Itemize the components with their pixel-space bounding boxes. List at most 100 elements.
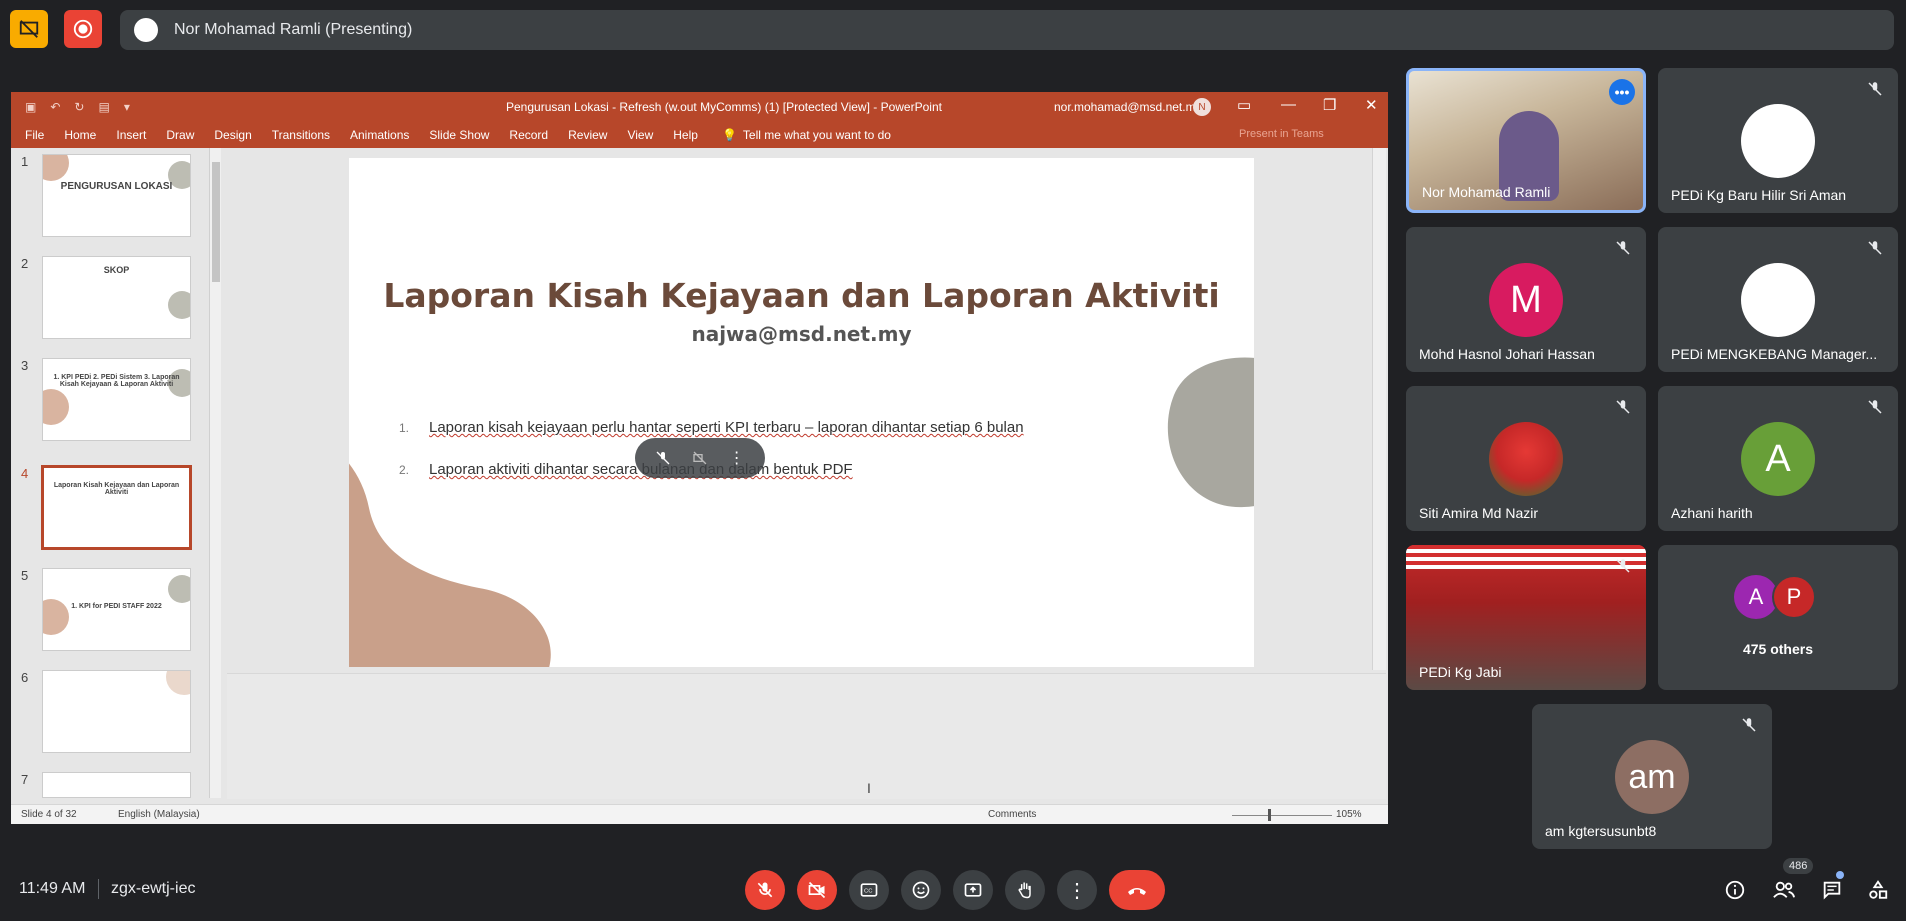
tab-slide-show[interactable]: Slide Show (429, 128, 489, 142)
present-icon (964, 883, 982, 897)
chat-button[interactable] (1818, 876, 1846, 904)
decorative-blob-right (1167, 357, 1254, 508)
mic-off-icon (1868, 82, 1882, 96)
tab-draw[interactable]: Draw (166, 128, 194, 142)
status-bar: Slide 4 of 32 English (Malaysia) Comment… (11, 804, 1388, 824)
participant-tile[interactable]: PEDi Kg Baru Hilir Sri Aman (1658, 68, 1898, 213)
zoom-level[interactable]: 105% (1336, 809, 1362, 820)
others-tile[interactable]: A P 475 others (1658, 545, 1898, 690)
svg-text:CC: CC (864, 889, 872, 895)
thumbnail-scrollbar[interactable] (209, 148, 221, 798)
notes-area[interactable]: I (227, 673, 1386, 799)
tab-file[interactable]: File (25, 128, 44, 142)
maximize-icon[interactable]: ❐ (1323, 96, 1336, 114)
thumbnail-item[interactable]: 4 Laporan Kisah Kejayaan dan Laporan Akt… (11, 465, 201, 552)
raise-hand-button[interactable] (1005, 870, 1045, 910)
participant-tile[interactable]: PEDi MENGKEBANG Manager... (1658, 227, 1898, 372)
language-status[interactable]: English (Malaysia) (118, 809, 200, 820)
tab-home[interactable]: Home (64, 128, 96, 142)
thumbnail-slide[interactable]: SKOP (42, 256, 191, 339)
thumbnail-slide[interactable] (42, 772, 191, 798)
close-icon[interactable]: ✕ (1365, 96, 1378, 114)
reactions-button[interactable] (901, 870, 941, 910)
tell-me-search[interactable]: 💡 Tell me what you want to do (722, 128, 891, 142)
more-options-icon[interactable]: ••• (1609, 79, 1635, 105)
zoom-knob[interactable] (1268, 809, 1271, 821)
presentation-off-button[interactable] (10, 10, 48, 48)
ribbon-display-icon[interactable]: ▭ (1237, 96, 1251, 114)
people-button[interactable] (1770, 876, 1798, 904)
participant-tile[interactable]: am am kgtersusunbt8 (1532, 704, 1772, 849)
mic-toggle-button[interactable] (745, 870, 785, 910)
minimize-icon[interactable]: — (1281, 96, 1296, 113)
undo-icon[interactable]: ↶ (50, 100, 60, 114)
thumbnail-title: SKOP (103, 265, 130, 275)
thumbnail-item[interactable]: 1 PENGURUSAN LOKASI (11, 154, 201, 240)
chat-icon (1823, 881, 1841, 900)
slide-editor[interactable]: Laporan Kisah Kejayaan dan Laporan Aktiv… (227, 148, 1386, 670)
user-avatar[interactable]: N (1193, 98, 1211, 116)
call-end-icon (1128, 888, 1146, 895)
participant-tile[interactable]: A Azhani harith (1658, 386, 1898, 531)
tab-transitions[interactable]: Transitions (272, 128, 330, 142)
slide-bullet: 1. Laporan kisah kejayaan perlu hantar se… (399, 419, 1024, 436)
more-options-button[interactable]: ⋮ (1057, 870, 1097, 910)
redo-icon[interactable]: ↻ (74, 100, 84, 114)
participant-name: Nor Mohamad Ramli (1422, 184, 1551, 200)
thumbnail-item[interactable]: 2 SKOP (11, 256, 201, 342)
participant-video (1406, 545, 1646, 569)
mic-off-icon (757, 882, 773, 898)
thumbnail-item[interactable]: 6 (11, 670, 201, 756)
save-icon[interactable]: ▣ (25, 100, 36, 114)
tab-animations[interactable]: Animations (350, 128, 409, 142)
participant-tile[interactable]: PEDi Kg Jabi (1406, 545, 1646, 690)
participant-name: Siti Amira Md Nazir (1419, 505, 1539, 521)
meeting-details-button[interactable] (1721, 876, 1749, 904)
thumbnail-title: PENGURUSAN LOKASI (60, 180, 173, 192)
document-title: Pengurusan Lokasi - Refresh (w.out MyCom… (506, 100, 942, 114)
more-vert-icon[interactable]: ⋮ (729, 448, 745, 468)
zoom-track[interactable] (1232, 815, 1332, 816)
camera-toggle-button[interactable] (797, 870, 837, 910)
bullet-number: 2. (399, 463, 410, 477)
comments-button[interactable]: Comments (988, 809, 1036, 820)
slide-thumbnail-pane[interactable]: 1 PENGURUSAN LOKASI 2 SKOP 3 1. KPI PEDi… (11, 148, 223, 798)
thumbnail-number: 4 (21, 466, 29, 481)
tab-design[interactable]: Design (214, 128, 251, 142)
thumbnail-title: Laporan Kisah Kejayaan dan Laporan Aktiv… (53, 482, 180, 497)
thumbnail-slide[interactable]: PENGURUSAN LOKASI (42, 154, 191, 237)
recording-button[interactable] (64, 10, 102, 48)
leave-call-button[interactable] (1109, 870, 1165, 910)
slide-scrollbar[interactable] (1372, 148, 1386, 670)
thumbnail-slide[interactable]: 1. KPI for PEDI STAFF 2022 (42, 568, 191, 651)
tab-review[interactable]: Review (568, 128, 607, 142)
tab-view[interactable]: View (627, 128, 653, 142)
thumbnail-slide-active[interactable]: Laporan Kisah Kejayaan dan Laporan Aktiv… (41, 465, 192, 550)
participant-tile[interactable]: Siti Amira Md Nazir (1406, 386, 1646, 531)
tab-help[interactable]: Help (673, 128, 698, 142)
tab-record[interactable]: Record (509, 128, 548, 142)
mic-off-icon[interactable] (655, 450, 671, 466)
captions-button[interactable]: CC (849, 870, 889, 910)
participant-logo-avatar (1741, 104, 1815, 178)
camera-off-icon[interactable] (692, 450, 708, 466)
present-screen-button[interactable] (953, 870, 993, 910)
present-in-teams-button[interactable]: Present in Teams (1239, 128, 1324, 140)
thumbnail-slide[interactable] (42, 670, 191, 753)
thumbnail-slide[interactable]: 1. KPI PEDi 2. PEDi Sistem 3. Laporan Ki… (42, 358, 191, 441)
present-icon[interactable]: ▤ (98, 100, 109, 114)
thumbnail-item[interactable]: 3 1. KPI PEDi 2. PEDi Sistem 3. Laporan … (11, 358, 201, 444)
participant-tile[interactable]: M Mohd Hasnol Johari Hassan (1406, 227, 1646, 372)
participant-logo-avatar (1741, 263, 1815, 337)
thumbnail-number: 3 (21, 358, 29, 373)
thumbnail-item[interactable]: 5 1. KPI for PEDI STAFF 2022 (11, 568, 201, 654)
scrollbar-thumb[interactable] (212, 162, 220, 282)
activities-button[interactable] (1864, 876, 1892, 904)
participant-name: am kgtersusunbt8 (1545, 823, 1657, 839)
participant-name: PEDi MENGKEBANG Manager... (1671, 346, 1878, 362)
participant-tile[interactable]: ••• Nor Mohamad Ramli (1406, 68, 1646, 213)
tab-insert[interactable]: Insert (116, 128, 146, 142)
customize-icon[interactable]: ▾ (124, 100, 130, 114)
slide-subtitle: najwa@msd.net.my (691, 322, 912, 346)
current-slide[interactable]: Laporan Kisah Kejayaan dan Laporan Aktiv… (349, 158, 1254, 667)
